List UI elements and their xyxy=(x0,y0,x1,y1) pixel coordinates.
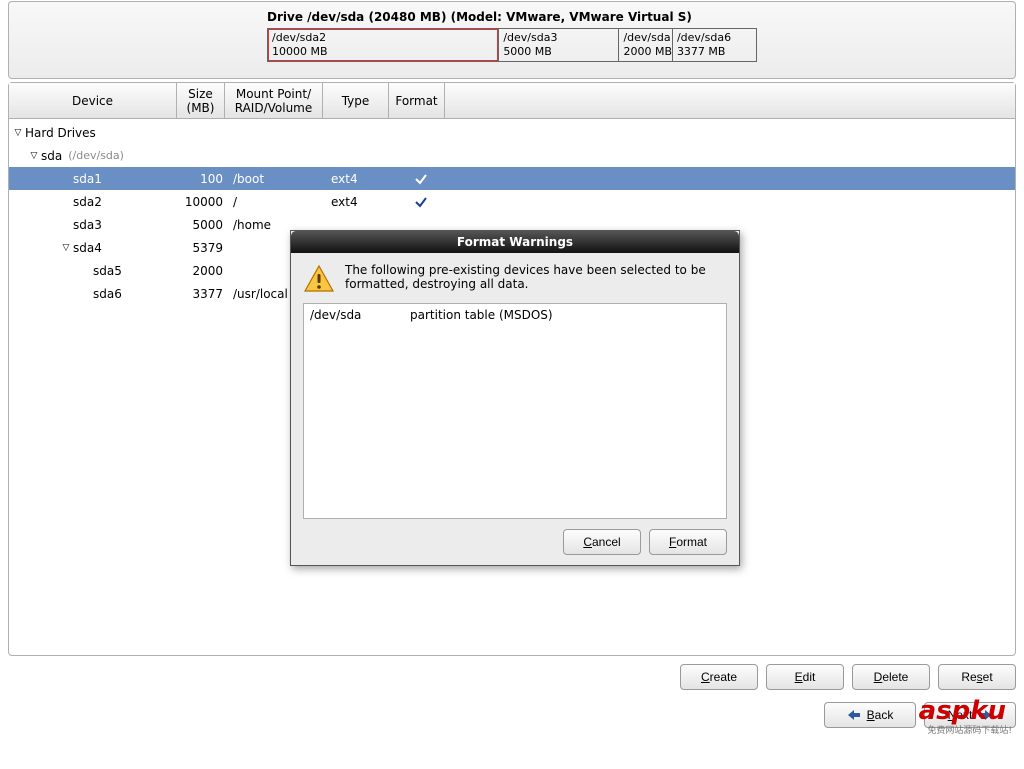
partition-name: sda6 xyxy=(93,287,122,301)
partition-type: ext4 xyxy=(327,172,393,186)
partition-type: ext4 xyxy=(327,195,393,209)
partition-name: sda5 xyxy=(93,264,122,278)
partition-name: sda4 xyxy=(73,241,102,255)
partition-mount: / xyxy=(229,195,327,209)
drive-segment[interactable]: /dev/sda210000 MB xyxy=(268,29,499,61)
next-arrow-icon xyxy=(978,709,992,721)
tree-disk-hint: (/dev/sda) xyxy=(68,149,124,162)
dialog-device-list[interactable]: /dev/sdapartition table (MSDOS) xyxy=(303,303,727,519)
dialog-item-detail: partition table (MSDOS) xyxy=(410,308,553,326)
tree-disk[interactable]: ▽ sda (/dev/sda) xyxy=(9,144,1015,167)
header-size[interactable]: Size (MB) xyxy=(177,83,225,118)
partition-row[interactable]: sda1 100/bootext4 xyxy=(9,167,1015,190)
header-type[interactable]: Type xyxy=(323,83,389,118)
drive-segment[interactable]: /dev/sda35000 MB xyxy=(499,29,619,61)
tree-disk-label: sda xyxy=(41,149,62,163)
warning-icon xyxy=(303,263,335,295)
back-arrow-icon xyxy=(847,709,861,721)
partition-size: 100 xyxy=(181,172,229,186)
cancel-button[interactable]: Cancel xyxy=(563,529,641,555)
partition-name: sda3 xyxy=(73,218,102,232)
partition-mount: /boot xyxy=(229,172,327,186)
format-warnings-dialog: Format Warnings The following pre-existi… xyxy=(290,230,740,566)
partition-name: sda1 xyxy=(73,172,102,186)
partition-format xyxy=(393,195,449,209)
dialog-title[interactable]: Format Warnings xyxy=(291,231,739,253)
action-row: Create Edit Delete Reset xyxy=(8,664,1016,690)
drive-title: Drive /dev/sda (20480 MB) (Model: VMware… xyxy=(267,10,757,24)
drive-summary-panel: Drive /dev/sda (20480 MB) (Model: VMware… xyxy=(8,1,1016,79)
checkmark-icon xyxy=(414,172,428,186)
tree-hd-label: Hard Drives xyxy=(25,126,96,140)
partition-format xyxy=(393,172,449,186)
dialog-list-item[interactable]: /dev/sdapartition table (MSDOS) xyxy=(304,308,726,326)
header-spacer xyxy=(445,83,1015,118)
back-button[interactable]: Back xyxy=(824,702,916,728)
expander-icon[interactable]: ▽ xyxy=(13,128,23,138)
expander-icon[interactable]: ▽ xyxy=(29,151,39,161)
tree-hard-drives[interactable]: ▽ Hard Drives xyxy=(9,121,1015,144)
partition-size: 5379 xyxy=(181,241,229,255)
delete-button[interactable]: Delete xyxy=(852,664,930,690)
header-device[interactable]: Device xyxy=(9,83,177,118)
next-button[interactable]: Next xyxy=(924,702,1016,728)
header-format[interactable]: Format xyxy=(389,83,445,118)
partition-name: sda2 xyxy=(73,195,102,209)
partition-size: 2000 xyxy=(181,264,229,278)
column-headers[interactable]: Device Size (MB) Mount Point/ RAID/Volum… xyxy=(9,83,1015,119)
dialog-message: The following pre-existing devices have … xyxy=(345,263,727,295)
partition-size: 5000 xyxy=(181,218,229,232)
expander-icon[interactable]: ▽ xyxy=(61,243,71,253)
dialog-item-device: /dev/sda xyxy=(310,308,410,326)
format-button[interactable]: Format xyxy=(649,529,727,555)
header-mount[interactable]: Mount Point/ RAID/Volume xyxy=(225,83,323,118)
drive-segment[interactable]: /dev/sda63377 MB xyxy=(673,29,756,61)
checkmark-icon xyxy=(414,195,428,209)
partition-row[interactable]: sda2 10000/ext4 xyxy=(9,190,1015,213)
partition-size: 10000 xyxy=(181,195,229,209)
drive-segment[interactable]: /dev/sda2000 MB xyxy=(619,29,672,61)
nav-row: Back Next aspku 免费网站源码下载站! xyxy=(8,702,1016,728)
drive-bar[interactable]: /dev/sda210000 MB/dev/sda35000 MB/dev/sd… xyxy=(267,28,757,62)
reset-button[interactable]: Reset xyxy=(938,664,1016,690)
create-button[interactable]: Create xyxy=(680,664,758,690)
edit-button[interactable]: Edit xyxy=(766,664,844,690)
partition-size: 3377 xyxy=(181,287,229,301)
